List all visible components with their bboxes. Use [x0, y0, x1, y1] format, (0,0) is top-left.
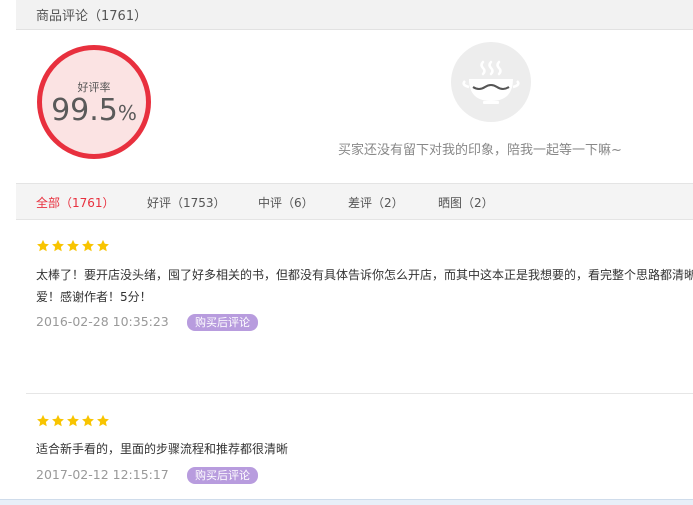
positive-rate-number: 99.5 — [51, 93, 118, 128]
star-icon — [37, 414, 49, 427]
review-text-line: 爱！感谢作者！5分！ — [36, 290, 152, 304]
review-text-line: 适合新手看的，里面的步骤流程和推荐都很清晰 — [36, 442, 289, 456]
star-icon — [82, 239, 94, 252]
tab-all[interactable]: 全部（1761） — [36, 194, 115, 211]
star-icon — [52, 414, 64, 427]
tab-negative[interactable]: 差评（2） — [348, 194, 404, 211]
review-item: 适合新手看的，里面的步骤流程和推荐都很清晰 2017-02-12 12:15:1… — [36, 413, 693, 487]
review-item: 太棒了！要开店没头绪，囤了好多相关的书，但都没有具体告诉你怎么开店，而其中这本正… — [36, 238, 693, 334]
soup-bowl-icon — [451, 42, 531, 122]
star-icon — [97, 414, 109, 427]
star-icon — [97, 239, 109, 252]
review-date: 2017-02-12 12:15:17 — [36, 467, 169, 482]
review-date: 2016-02-28 10:35:23 — [36, 314, 169, 329]
positive-rate-value: 99.5% — [42, 93, 146, 128]
star-icon — [67, 239, 79, 252]
tab-photos[interactable]: 晒图（2） — [438, 194, 494, 211]
post-purchase-badge: 购买后评论 — [187, 467, 258, 484]
tab-positive[interactable]: 好评（1753） — [147, 194, 226, 211]
post-purchase-badge: 购买后评论 — [187, 314, 258, 331]
star-icon — [37, 239, 49, 252]
review-filter-tabs: 全部（1761） 好评（1753） 中评（6） 差评（2） 晒图（2） — [16, 183, 693, 220]
page-bottom-edge — [0, 499, 693, 505]
review-meta: 2016-02-28 10:35:23 购买后评论 — [36, 314, 693, 334]
star-rating — [36, 238, 693, 254]
star-icon — [52, 239, 64, 252]
review-section-title: 商品评论（1761） — [36, 9, 148, 24]
empty-impression-message: 买家还没有留下对我的印象，陪我一起等一下嘛~ — [338, 143, 622, 158]
star-icon — [67, 414, 79, 427]
positive-rate-circle: 好评率 99.5% — [37, 45, 151, 159]
positive-rate-unit: % — [117, 101, 137, 125]
star-rating — [36, 413, 693, 429]
tab-neutral[interactable]: 中评（6） — [258, 194, 314, 211]
review-header-bar: 商品评论（1761） — [16, 0, 693, 30]
review-summary: 好评率 99.5% 买家还没有留下对我的印象，陪我一起等一下嘛~ — [16, 30, 693, 183]
review-text-line: 太棒了！要开店没头绪，囤了好多相关的书，但都没有具体告诉你怎么开店，而其中这本正… — [36, 268, 693, 282]
review-meta: 2017-02-12 12:15:17 购买后评论 — [36, 467, 693, 487]
review-divider — [26, 393, 693, 394]
star-icon — [82, 414, 94, 427]
product-review-panel: 商品评论（1761） 好评率 99.5% 买家还没有留下对我的印象，陪我一起等一… — [0, 0, 693, 505]
